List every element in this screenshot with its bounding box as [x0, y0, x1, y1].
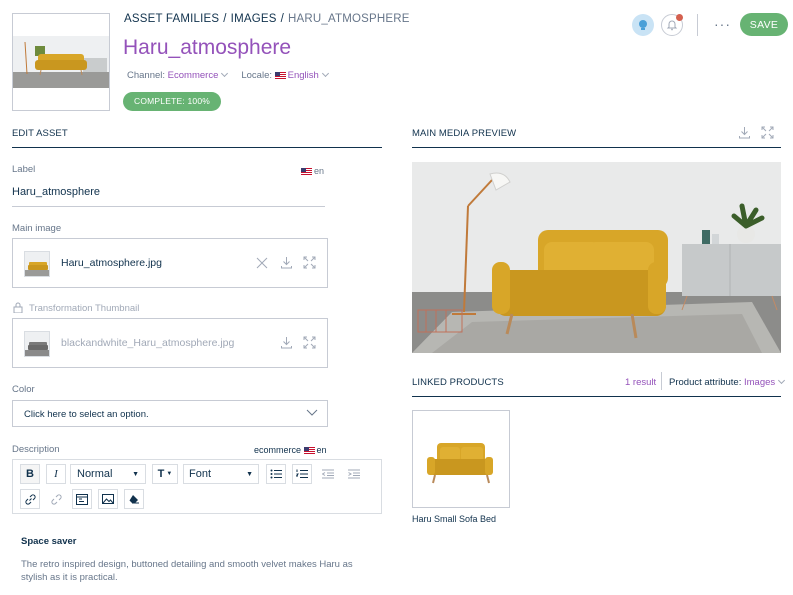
download-icon[interactable] [280, 256, 293, 269]
outdent-icon [322, 469, 334, 479]
color-placeholder: Click here to select an option. [24, 409, 149, 420]
caret-down-icon: ▼ [132, 470, 139, 478]
color-select[interactable]: Click here to select an option. [12, 400, 328, 427]
caret-down-icon: ▼ [246, 470, 253, 478]
image-button[interactable] [98, 489, 118, 509]
fullscreen-icon[interactable] [761, 126, 774, 139]
label-underline [12, 206, 325, 207]
header-divider [697, 14, 698, 36]
main-image-filename: Haru_atmosphere.jpg [61, 257, 162, 269]
us-flag-icon [301, 168, 312, 176]
label-locale: en [301, 166, 324, 176]
bullet-list-icon [270, 469, 282, 479]
image-icon [102, 494, 114, 504]
main-image-thumbnail [24, 251, 50, 277]
notification-badge [676, 14, 683, 21]
linked-product-image [427, 443, 493, 484]
chevron-down-icon [778, 376, 786, 385]
save-button[interactable]: SAVE [740, 13, 788, 36]
numbered-list-button[interactable] [292, 464, 312, 484]
linked-products-title: LINKED PRODUCTS [412, 377, 504, 388]
section-divider [412, 396, 781, 397]
asset-thumbnail-image [13, 36, 109, 88]
transformation-label: Transformation Thumbnail [29, 303, 140, 314]
linked-product-card[interactable] [412, 410, 510, 508]
transformation-thumbnail [24, 331, 50, 357]
section-divider [412, 147, 781, 148]
transformation-filename: blackandwhite_Haru_atmosphere.jpg [61, 337, 235, 349]
embed-icon [76, 493, 88, 505]
chevron-down-icon [221, 69, 229, 78]
bold-button[interactable]: B [20, 464, 40, 484]
font-select[interactable]: Font ▼ [183, 464, 259, 484]
description-heading: Space saver [21, 536, 77, 547]
us-flag-icon [274, 71, 286, 79]
italic-button[interactable]: I [46, 464, 66, 484]
linked-products-count: 1 result [625, 377, 657, 388]
asset-thumbnail [12, 13, 110, 111]
product-attribute-switcher[interactable]: Product attribute: Images [669, 376, 786, 388]
lock-icon [13, 302, 23, 313]
rich-text-toolbar: B I Normal ▼ T ▼ Font ▼ [12, 459, 382, 514]
more-actions-button[interactable]: ··· [714, 16, 731, 32]
indent-button[interactable] [344, 464, 364, 484]
download-icon[interactable] [280, 336, 293, 349]
description-label: Description [12, 444, 60, 455]
help-icon [639, 20, 647, 30]
eraser-button[interactable] [124, 489, 144, 509]
label-input[interactable]: Haru_atmosphere [12, 186, 100, 198]
help-button[interactable] [632, 14, 654, 36]
locale-switcher[interactable]: Locale: English [241, 69, 329, 81]
transformation-field: blackandwhite_Haru_atmosphere.jpg [12, 318, 328, 368]
linked-product-name[interactable]: Haru Small Sofa Bed [412, 514, 496, 524]
outdent-button[interactable] [318, 464, 338, 484]
channel-switcher[interactable]: Channel: Ecommerce [127, 69, 229, 81]
unlink-button[interactable] [46, 489, 66, 509]
numbered-list-icon [296, 469, 308, 478]
page-title: Haru_atmosphere [123, 36, 292, 59]
color-label: Color [12, 384, 35, 395]
embed-button[interactable] [72, 489, 92, 509]
bell-icon [666, 20, 678, 31]
block-type-select[interactable]: Normal ▼ [70, 464, 146, 484]
us-flag-icon [303, 447, 315, 455]
description-scope: ecommerce en [254, 445, 327, 455]
download-icon[interactable] [738, 126, 751, 139]
breadcrumb-asset-families[interactable]: ASSET FAMILIES [124, 13, 219, 25]
locale-value: English [287, 70, 319, 81]
breadcrumb: ASSET FAMILIES / IMAGES / HARU_ATMOSPHERE [124, 13, 410, 25]
label-field-label: Label [12, 164, 36, 175]
chevron-down-icon [321, 69, 329, 78]
eraser-icon [129, 495, 139, 504]
main-image-field[interactable]: Haru_atmosphere.jpg [12, 238, 328, 288]
main-media-preview [412, 162, 781, 353]
channel-value: Ecommerce [167, 70, 219, 81]
breadcrumb-current: HARU_ATMOSPHERE [288, 13, 410, 25]
completeness-badge: COMPLETE: 100% [123, 92, 222, 111]
text-size-button[interactable]: T ▼ [152, 464, 178, 484]
caret-down-icon: ▼ [166, 471, 173, 477]
bullet-list-button[interactable] [266, 464, 286, 484]
preview-title: MAIN MEDIA PREVIEW [412, 128, 517, 139]
indent-icon [348, 469, 360, 479]
context-switchers: Channel: Ecommerce Locale: English [127, 69, 329, 81]
linked-divider [661, 372, 662, 390]
fullscreen-icon[interactable] [303, 256, 316, 269]
unlink-icon [50, 493, 62, 505]
edit-asset-title: EDIT ASSET [12, 128, 68, 139]
section-divider [12, 147, 382, 148]
description-body[interactable]: The retro inspired design, buttoned deta… [21, 558, 381, 584]
remove-icon[interactable] [256, 257, 268, 269]
main-image-label: Main image [12, 223, 62, 234]
fullscreen-icon[interactable] [303, 336, 316, 349]
breadcrumb-images[interactable]: IMAGES [231, 13, 277, 25]
link-icon [24, 493, 36, 505]
chevron-down-icon [306, 409, 318, 416]
link-button[interactable] [20, 489, 40, 509]
